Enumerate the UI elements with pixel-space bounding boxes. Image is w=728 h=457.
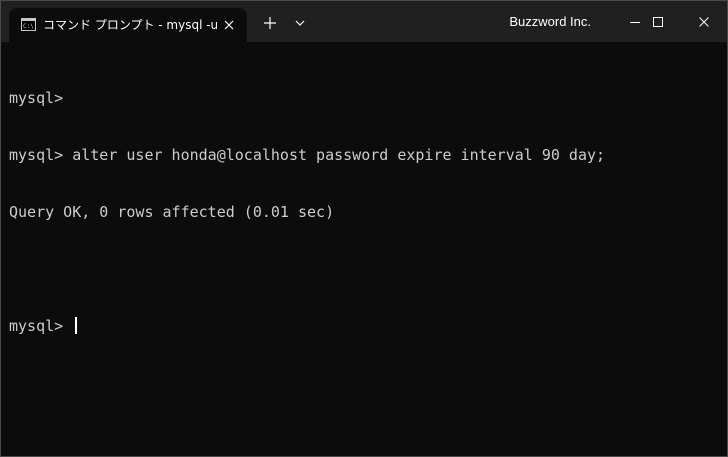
- tab-dropdown-button[interactable]: [293, 16, 307, 30]
- terminal-prompt-line[interactable]: mysql>: [9, 317, 721, 336]
- terminal-window: C:\ コマンド プロンプト - mysql -u roo Buzzword I…: [0, 0, 728, 457]
- text-cursor: [75, 317, 78, 334]
- chevron-down-icon: [295, 20, 305, 26]
- close-icon: [699, 17, 709, 27]
- title-bar[interactable]: C:\ コマンド プロンプト - mysql -u roo Buzzword I…: [1, 1, 727, 42]
- terminal-line: Query OK, 0 rows affected (0.01 sec): [9, 203, 335, 221]
- maximize-button[interactable]: [635, 1, 681, 42]
- terminal-output[interactable]: mysql> mysql> alter user honda@localhost…: [9, 51, 721, 451]
- new-tab-button[interactable]: [261, 14, 279, 32]
- tab-command-prompt[interactable]: C:\ コマンド プロンプト - mysql -u roo: [9, 8, 247, 42]
- close-window-button[interactable]: [681, 1, 727, 42]
- tab-title: コマンド プロンプト - mysql -u roo: [43, 18, 217, 32]
- maximize-icon: [653, 17, 663, 27]
- terminal-line: mysql>: [9, 89, 64, 107]
- svg-text:C:\: C:\: [23, 23, 34, 30]
- terminal-line: mysql> alter user honda@localhost passwo…: [9, 146, 606, 164]
- prompt-text: mysql>: [9, 317, 73, 335]
- terminal-icon: C:\: [21, 18, 36, 31]
- brand-label: Buzzword Inc.: [509, 14, 591, 29]
- plus-icon: [264, 17, 276, 29]
- close-icon[interactable]: [221, 17, 237, 33]
